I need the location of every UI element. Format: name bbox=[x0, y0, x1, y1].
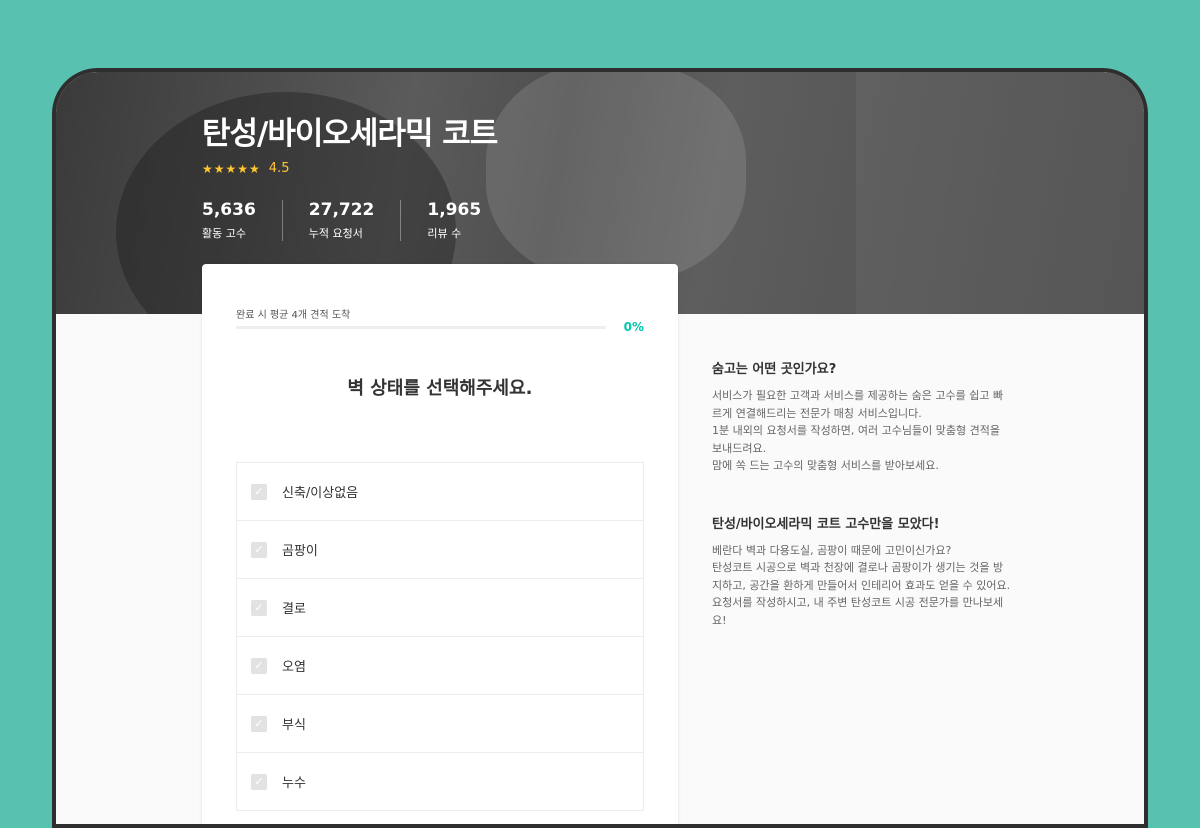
stat-value: 1,965 bbox=[427, 200, 482, 220]
option-new-no-issue[interactable]: ✓ 신축/이상없음 bbox=[237, 463, 643, 521]
option-stain[interactable]: ✓ 오염 bbox=[237, 637, 643, 695]
stat-value: 27,722 bbox=[308, 200, 375, 220]
stats: 5,636 활동 고수 27,722 누적 요청서 1,965 리뷰 수 bbox=[202, 200, 507, 241]
stat-label: 활동 고수 bbox=[202, 227, 246, 240]
checkbox-icon[interactable]: ✓ bbox=[251, 657, 267, 674]
rating-value: 4.5 bbox=[268, 161, 290, 176]
question-title: 벽 상태를 선택해주세요. bbox=[347, 378, 533, 399]
info-section-service: 탄성/바이오세라믹 코트 고수만을 모았다! 베란다 벽과 다용도실, 곰팡이 … bbox=[712, 513, 1032, 630]
option-label: 부식 bbox=[282, 718, 306, 733]
progress-label: 완료 시 평균 4개 견적 도착 bbox=[236, 310, 351, 321]
page-title: 탄성/바이오세라믹 코트 bbox=[202, 116, 498, 152]
stat-value: 5,636 bbox=[202, 200, 256, 220]
rating: ★★★★★ 4.5 bbox=[202, 161, 507, 176]
checkbox-icon[interactable]: ✓ bbox=[251, 715, 267, 732]
option-label: 곰팡이 bbox=[282, 544, 318, 559]
hero-content: 탄성/바이오세라믹 코트 ★★★★★ 4.5 5,636 활동 고수 27,72… bbox=[202, 108, 507, 241]
stat-label: 리뷰 수 bbox=[427, 227, 462, 240]
info-section-about: 숨고는 어떤 곳인가요? 서비스가 필요한 고객과 서비스를 제공하는 숨은 고… bbox=[712, 358, 1032, 475]
option-label: 결로 bbox=[282, 602, 306, 617]
request-form-card: 완료 시 평균 4개 견적 도착 0% 벽 상태를 선택해주세요. ✓ 신축/이… bbox=[202, 264, 678, 824]
stat-total-requests: 27,722 누적 요청서 bbox=[281, 200, 401, 241]
checkbox-icon[interactable]: ✓ bbox=[251, 773, 267, 790]
checkbox-icon[interactable]: ✓ bbox=[251, 541, 267, 558]
section-title: 숨고는 어떤 곳인가요? bbox=[712, 362, 837, 377]
option-leak[interactable]: ✓ 누수 bbox=[237, 753, 643, 811]
progress-bar bbox=[236, 326, 606, 329]
option-label: 신축/이상없음 bbox=[282, 486, 359, 501]
star-rating-icon: ★★★★★ bbox=[202, 161, 261, 176]
section-title: 탄성/바이오세라믹 코트 고수만을 모았다! bbox=[712, 516, 940, 532]
section-body: 서비스가 필요한 고객과 서비스를 제공하는 숨은 고수를 쉽고 빠 르게 연결… bbox=[712, 389, 1004, 472]
checkbox-icon[interactable]: ✓ bbox=[251, 599, 267, 616]
option-condensation[interactable]: ✓ 결로 bbox=[237, 579, 643, 637]
stat-review-count: 1,965 리뷰 수 bbox=[400, 200, 507, 241]
option-label: 오염 bbox=[282, 660, 306, 675]
section-body: 베란다 벽과 다용도실, 곰팡이 때문에 고민이신가요? 탄성코트 시공으로 벽… bbox=[712, 543, 1011, 627]
option-label: 누수 bbox=[282, 776, 306, 791]
info-sidebar: 숨고는 어떤 곳인가요? 서비스가 필요한 고객과 서비스를 제공하는 숨은 고… bbox=[712, 358, 1032, 629]
checkbox-icon[interactable]: ✓ bbox=[251, 483, 267, 500]
option-corrosion[interactable]: ✓ 부식 bbox=[237, 695, 643, 753]
stat-active-pros: 5,636 활동 고수 bbox=[202, 200, 282, 241]
device-frame: 탄성/바이오세라믹 코트 ★★★★★ 4.5 5,636 활동 고수 27,72… bbox=[52, 68, 1148, 828]
option-list: ✓ 신축/이상없음 ✓ 곰팡이 ✓ 결로 ✓ 오염 ✓ 부식 ✓ 누수 bbox=[236, 462, 644, 811]
progress-percent: 0% bbox=[623, 320, 644, 334]
option-mold[interactable]: ✓ 곰팡이 bbox=[237, 521, 643, 579]
stat-label: 누적 요청서 bbox=[308, 227, 363, 240]
